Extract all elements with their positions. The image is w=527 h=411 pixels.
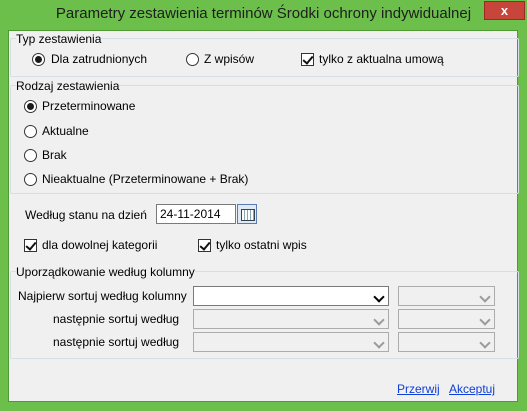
chevron-down-icon <box>479 314 491 326</box>
report-kind-legend: Rodzaj zestawienia <box>16 79 120 93</box>
chevron-down-icon <box>373 291 385 303</box>
radio-from-entries[interactable] <box>186 53 199 66</box>
date-label: Według stanu na dzień <box>25 208 147 222</box>
radio-employed[interactable] <box>32 53 45 66</box>
radio-expired[interactable] <box>24 100 37 113</box>
checkbox-current-contract[interactable] <box>301 53 314 66</box>
accept-link[interactable]: Akceptuj <box>449 382 495 396</box>
radio-from-entries-label[interactable]: Z wpisów <box>204 52 254 66</box>
sort-first-order-select[interactable] <box>398 286 495 306</box>
sort-third-label: następnie sortuj według <box>53 335 180 349</box>
report-type-legend: Typ zestawienia <box>16 32 102 46</box>
sort-third-column-select[interactable] <box>193 332 389 352</box>
checkbox-any-category-label[interactable]: dla dowolnej kategorii <box>42 238 157 252</box>
dialog-window: Parametry zestawienia terminów Środki oc… <box>0 0 527 411</box>
date-field[interactable]: 24-11-2014 <box>156 204 236 224</box>
checkbox-current-contract-label[interactable]: tylko z aktualna umową <box>319 52 444 66</box>
radio-expired-label[interactable]: Przeterminowane <box>42 99 135 113</box>
sort-second-column-select[interactable] <box>193 309 389 329</box>
radio-employed-label[interactable]: Dla zatrudnionych <box>51 52 147 66</box>
sort-third-order-select[interactable] <box>398 332 495 352</box>
checkbox-any-category[interactable] <box>24 239 37 252</box>
close-icon: x <box>500 3 509 18</box>
radio-current-label[interactable]: Aktualne <box>42 124 89 138</box>
sort-legend: Uporządkowanie według kolumny <box>16 265 195 279</box>
radio-outdated[interactable] <box>24 173 37 186</box>
chevron-down-icon <box>373 314 385 326</box>
radio-outdated-label[interactable]: Nieaktualne (Przeterminowane + Brak) <box>42 172 248 186</box>
dialog-body: Typ zestawienia Dla zatrudnionych Z wpis… <box>8 30 519 402</box>
window-title: Parametry zestawienia terminów Środki oc… <box>55 5 472 22</box>
cancel-link[interactable]: Przerwij <box>397 382 440 396</box>
sort-first-label: Najpierw sortuj według kolumny <box>18 289 187 303</box>
title-bar: Parametry zestawienia terminów Środki oc… <box>0 0 527 29</box>
radio-current[interactable] <box>24 125 37 138</box>
close-button[interactable]: x <box>484 1 525 20</box>
sort-first-column-select[interactable] <box>193 286 389 306</box>
sort-second-order-select[interactable] <box>398 309 495 329</box>
checkbox-last-entry-label[interactable]: tylko ostatni wpis <box>216 238 307 252</box>
radio-missing-label[interactable]: Brak <box>42 148 67 162</box>
chevron-down-icon <box>373 337 385 349</box>
radio-missing[interactable] <box>24 149 37 162</box>
calendar-icon[interactable] <box>237 204 257 224</box>
checkbox-last-entry[interactable] <box>198 239 211 252</box>
chevron-down-icon <box>479 337 491 349</box>
sort-second-label: następnie sortuj według <box>53 312 180 326</box>
chevron-down-icon <box>479 291 491 303</box>
